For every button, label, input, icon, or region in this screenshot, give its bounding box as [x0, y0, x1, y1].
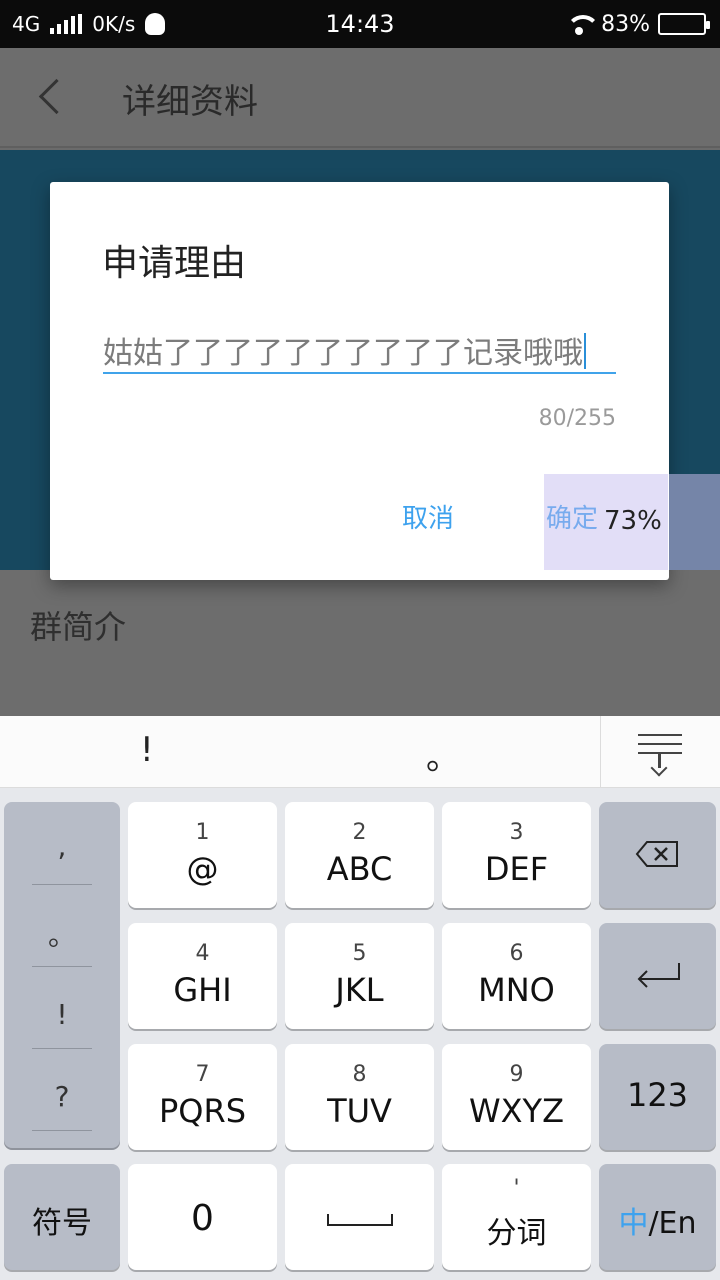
key-2[interactable]: 2 ABC: [285, 802, 434, 908]
key-label: 0: [191, 1198, 214, 1239]
divider: [32, 1130, 92, 1131]
lang-cn-label: 中: [618, 1206, 649, 1241]
app-bar: 详细资料: [0, 48, 720, 148]
key-letters: GHI: [173, 971, 232, 1009]
key-9[interactable]: 9 WXYZ: [442, 1044, 591, 1150]
punct-key-exclaim[interactable]: !: [4, 998, 120, 1080]
key-number: 3: [509, 820, 524, 845]
space-icon: [327, 1214, 393, 1226]
status-right: 83%: [565, 0, 710, 48]
key-letters: @: [186, 850, 219, 888]
reason-input-text: 姑姑了了了了了了了了了了记录哦哦: [103, 336, 583, 371]
key-0[interactable]: 0: [128, 1164, 277, 1270]
backspace-icon: [635, 841, 678, 867]
key-letters: PQRS: [158, 1092, 247, 1130]
divider: [600, 716, 601, 788]
char-counter: 80/255: [538, 406, 616, 431]
suggestion-item[interactable]: !: [140, 730, 154, 770]
backspace-key[interactable]: [599, 802, 716, 908]
language-switch-key[interactable]: 中/En: [599, 1164, 716, 1270]
key-letters: WXYZ: [468, 1092, 565, 1130]
numeric-key[interactable]: 123: [599, 1044, 716, 1150]
page-title: 详细资料: [122, 82, 258, 122]
key-1[interactable]: 1 @: [128, 802, 277, 908]
group-intro-title: 群简介: [30, 608, 127, 646]
divider: [32, 884, 92, 885]
key-number: 2: [352, 820, 367, 845]
key-number: 6: [509, 941, 524, 966]
key-8[interactable]: 8 TUV: [285, 1044, 434, 1150]
punct-key-question[interactable]: ?: [4, 1080, 120, 1162]
overlay-percent-label: 73%: [604, 506, 662, 536]
key-letters: JKL: [335, 971, 384, 1009]
key-letters: MNO: [478, 971, 555, 1009]
key-number: 7: [195, 1062, 210, 1087]
segment-key[interactable]: ' 分词: [442, 1164, 591, 1270]
key-number: 4: [195, 941, 210, 966]
divider: [32, 966, 92, 967]
key-7[interactable]: 7 PQRS: [128, 1044, 277, 1150]
collapse-keyboard-icon[interactable]: [636, 732, 684, 772]
key-4[interactable]: 4 GHI: [128, 923, 277, 1029]
symbols-key[interactable]: 符号: [4, 1164, 120, 1270]
cancel-button[interactable]: 取消: [402, 498, 454, 535]
key-number: 9: [509, 1062, 524, 1087]
key-3[interactable]: 3 DEF: [442, 802, 591, 908]
lang-en-label: /En: [648, 1206, 697, 1241]
punctuation-column: , 。 ! ?: [4, 802, 120, 1148]
key-letters: TUV: [327, 1092, 392, 1130]
enter-key[interactable]: [599, 923, 716, 1029]
space-key[interactable]: [285, 1164, 434, 1270]
punct-key-comma[interactable]: ,: [4, 830, 120, 912]
overlay-edge: [669, 474, 720, 570]
key-number: 1: [195, 820, 210, 845]
key-label: 符号: [32, 1206, 92, 1241]
punct-key-period[interactable]: 。: [4, 914, 120, 996]
dialog-title: 申请理由: [102, 243, 247, 284]
suggestion-item[interactable]: 。: [426, 730, 460, 779]
key-letters: ABC: [326, 850, 393, 888]
battery-percent: 83%: [601, 11, 650, 37]
wifi-icon: [565, 13, 601, 35]
key-letters: DEF: [484, 850, 549, 888]
key-6[interactable]: 6 MNO: [442, 923, 591, 1029]
key-number: 8: [352, 1062, 367, 1087]
keyboard: , 。 ! ? 1 @ 2 ABC 3 DEF 4 GHI 5 JKL 6 MN…: [0, 788, 720, 1280]
battery-icon: [658, 13, 710, 35]
key-label-top: ': [513, 1176, 520, 1201]
reason-input[interactable]: 姑姑了了了了了了了了了了记录哦哦: [103, 328, 616, 374]
keyboard-suggestion-bar: ! 。: [0, 716, 720, 788]
key-label: 分词: [486, 1216, 547, 1251]
key-number: 5: [352, 941, 367, 966]
group-intro-section: 群简介: [0, 570, 720, 716]
key-5[interactable]: 5 JKL: [285, 923, 434, 1029]
enter-icon: [637, 963, 680, 988]
key-label: 中/En: [599, 1198, 716, 1242]
text-caret: [584, 333, 586, 369]
divider: [32, 1048, 92, 1049]
key-label: 123: [626, 1076, 689, 1114]
status-bar: 4G 0K/s 14:43 83%: [0, 0, 720, 48]
back-button[interactable]: [30, 76, 74, 120]
